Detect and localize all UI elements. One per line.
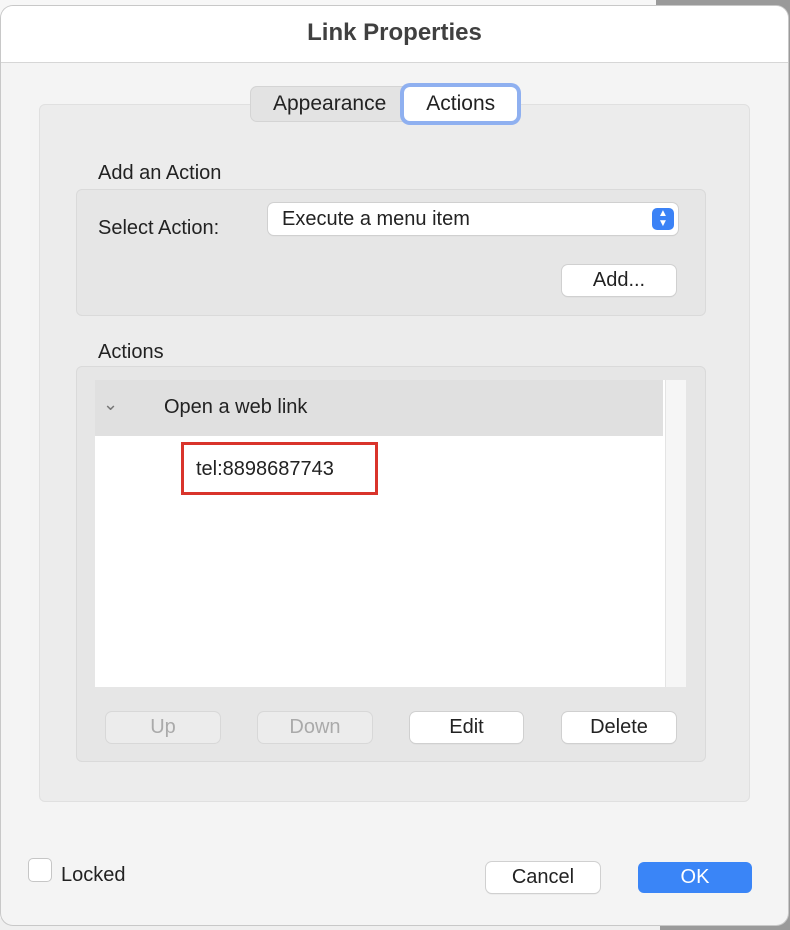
dialog-title: Link Properties xyxy=(1,6,788,63)
add-action-heading: Add an Action xyxy=(98,162,222,184)
tab-actions[interactable]: Actions xyxy=(404,87,518,121)
tab-bar: Appearance Actions xyxy=(250,86,519,122)
select-action-label: Select Action: xyxy=(98,217,220,239)
actions-heading: Actions xyxy=(98,341,164,363)
scrollbar[interactable] xyxy=(665,380,686,687)
chevron-up-down-icon: ▲ ▼ xyxy=(652,208,674,230)
cancel-button[interactable]: Cancel xyxy=(486,862,600,893)
down-button[interactable]: Down xyxy=(258,712,372,743)
select-action-dropdown[interactable]: Execute a menu item ▲ ▼ xyxy=(268,203,678,235)
action-row-open-web-link[interactable]: ⌄ Open a web link xyxy=(95,380,663,436)
edit-button[interactable]: Edit xyxy=(410,712,523,743)
actions-tree: ⌄ Open a web link tel:8898687743 xyxy=(95,380,686,687)
action-label: Open a web link xyxy=(164,396,308,418)
highlight-box xyxy=(181,442,378,495)
chevron-down-icon[interactable]: ⌄ xyxy=(103,394,118,415)
delete-button[interactable]: Delete xyxy=(562,712,676,743)
up-button[interactable]: Up xyxy=(106,712,220,743)
add-button[interactable]: Add... xyxy=(562,265,676,296)
locked-checkbox[interactable] xyxy=(28,858,52,882)
locked-label: Locked xyxy=(61,864,126,886)
ok-button[interactable]: OK xyxy=(638,862,752,893)
tab-appearance[interactable]: Appearance xyxy=(251,87,404,121)
select-action-value: Execute a menu item xyxy=(282,208,470,230)
